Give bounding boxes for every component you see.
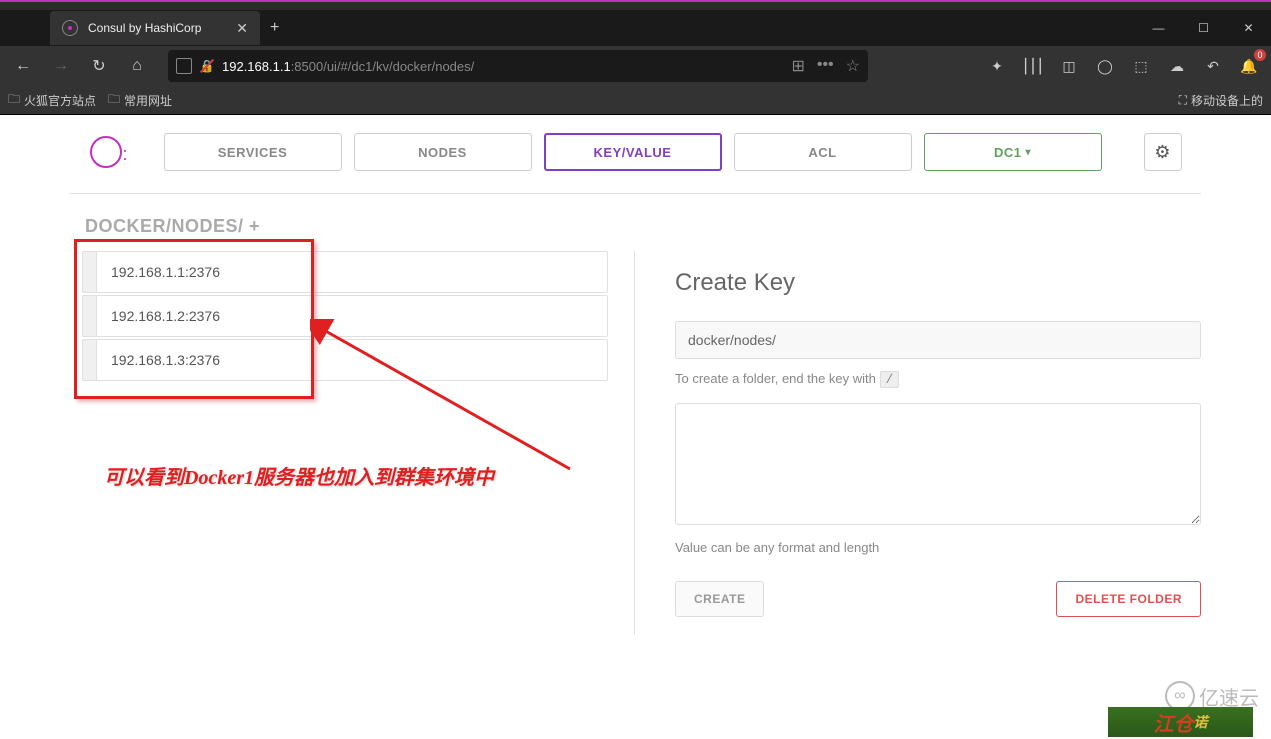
library-icon[interactable]: ⎮⎮⎮ bbox=[1019, 52, 1047, 80]
value-hint-text: Value can be any format and length bbox=[675, 540, 1201, 555]
breadcrumb-docker[interactable]: DOCKER/ bbox=[85, 216, 172, 236]
delete-folder-button[interactable]: DELETE FOLDER bbox=[1056, 581, 1201, 617]
value-textarea[interactable] bbox=[675, 403, 1201, 525]
insecure-lock-icon[interactable] bbox=[200, 59, 214, 73]
bookmark-firefox-official[interactable]: 🗀火狐官方站点 bbox=[8, 90, 96, 111]
close-window-button[interactable]: ✕ bbox=[1226, 10, 1271, 46]
kv-handle bbox=[83, 252, 97, 292]
page-actions-icon[interactable]: ••• bbox=[817, 56, 834, 76]
key-name-input[interactable] bbox=[675, 321, 1201, 359]
minimize-button[interactable]: — bbox=[1136, 10, 1181, 46]
add-key-button[interactable]: + bbox=[244, 216, 261, 236]
mobile-devices-link[interactable]: ⛶移动设备上的 bbox=[1179, 92, 1263, 109]
divider bbox=[70, 193, 1201, 194]
tab-services[interactable]: SERVICES bbox=[164, 133, 342, 171]
kv-item[interactable]: 192.168.1.2:2376 bbox=[82, 295, 608, 337]
notification-icon[interactable]: 🔔0 bbox=[1235, 52, 1263, 80]
folder-icon: 🗀 bbox=[8, 90, 20, 111]
kv-label: 192.168.1.1:2376 bbox=[97, 264, 220, 280]
back-button[interactable]: ← bbox=[8, 51, 38, 81]
kv-item[interactable]: 192.168.1.1:2376 bbox=[82, 251, 608, 293]
cloud-icon[interactable]: ☁ bbox=[1163, 52, 1191, 80]
address-bar[interactable]: 192.168.1.1:8500/ui/#/dc1/kv/docker/node… bbox=[168, 50, 868, 82]
create-key-title: Create Key bbox=[675, 269, 1201, 297]
kv-label: 192.168.1.3:2376 bbox=[97, 352, 220, 368]
kv-handle bbox=[83, 296, 97, 336]
tab-title: Consul by HashiCorp bbox=[88, 21, 226, 35]
forward-button[interactable]: → bbox=[46, 51, 76, 81]
slash-badge: / bbox=[880, 371, 900, 388]
consul-logo[interactable] bbox=[90, 136, 122, 168]
url-text: 192.168.1.1:8500/ui/#/dc1/kv/docker/node… bbox=[222, 59, 474, 74]
kv-handle bbox=[83, 340, 97, 380]
mobile-icon: ⛶ bbox=[1179, 93, 1187, 108]
create-button[interactable]: CREATE bbox=[675, 581, 764, 617]
undo-icon[interactable]: ↶ bbox=[1199, 52, 1227, 80]
kv-label: 192.168.1.2:2376 bbox=[97, 308, 220, 324]
tab-keyvalue[interactable]: KEY/VALUE bbox=[544, 133, 722, 171]
folder-icon: 🗀 bbox=[108, 90, 120, 111]
crop-icon[interactable]: ⬚ bbox=[1127, 52, 1155, 80]
shield-icon[interactable] bbox=[176, 58, 192, 74]
maximize-button[interactable]: ☐ bbox=[1181, 10, 1226, 46]
sidebar-icon[interactable]: ◫ bbox=[1055, 52, 1083, 80]
settings-button[interactable]: ⚙ bbox=[1144, 133, 1182, 171]
browser-tab[interactable]: Consul by HashiCorp ✕ bbox=[50, 11, 260, 45]
consul-favicon bbox=[62, 20, 78, 36]
breadcrumb: DOCKER/NODES/ + bbox=[0, 216, 1271, 237]
tab-acl[interactable]: ACL bbox=[734, 133, 912, 171]
annotation-text: 可以看到Docker1服务器也加入到群集环境中 bbox=[104, 461, 494, 490]
account-icon[interactable]: ◯ bbox=[1091, 52, 1119, 80]
extensions-icon[interactable]: ✦ bbox=[983, 52, 1011, 80]
bookmark-common-sites[interactable]: 🗀常用网址 bbox=[108, 90, 172, 111]
watermark-badge: 江仓诺 bbox=[1108, 707, 1253, 737]
qr-icon[interactable]: ⊞ bbox=[791, 56, 804, 76]
new-tab-button[interactable]: + bbox=[270, 19, 279, 37]
close-tab-icon[interactable]: ✕ bbox=[236, 20, 248, 37]
tab-nodes[interactable]: NODES bbox=[354, 133, 532, 171]
breadcrumb-nodes[interactable]: NODES/ bbox=[172, 216, 244, 236]
home-button[interactable]: ⌂ bbox=[122, 51, 152, 81]
datacenter-selector[interactable]: DC1 bbox=[924, 133, 1102, 171]
bookmark-star-icon[interactable]: ☆ bbox=[846, 56, 860, 76]
reload-button[interactable]: ↻ bbox=[84, 51, 114, 81]
folder-hint-text: To create a folder, end the key with / bbox=[675, 371, 1201, 387]
kv-item[interactable]: 192.168.1.3:2376 bbox=[82, 339, 608, 381]
